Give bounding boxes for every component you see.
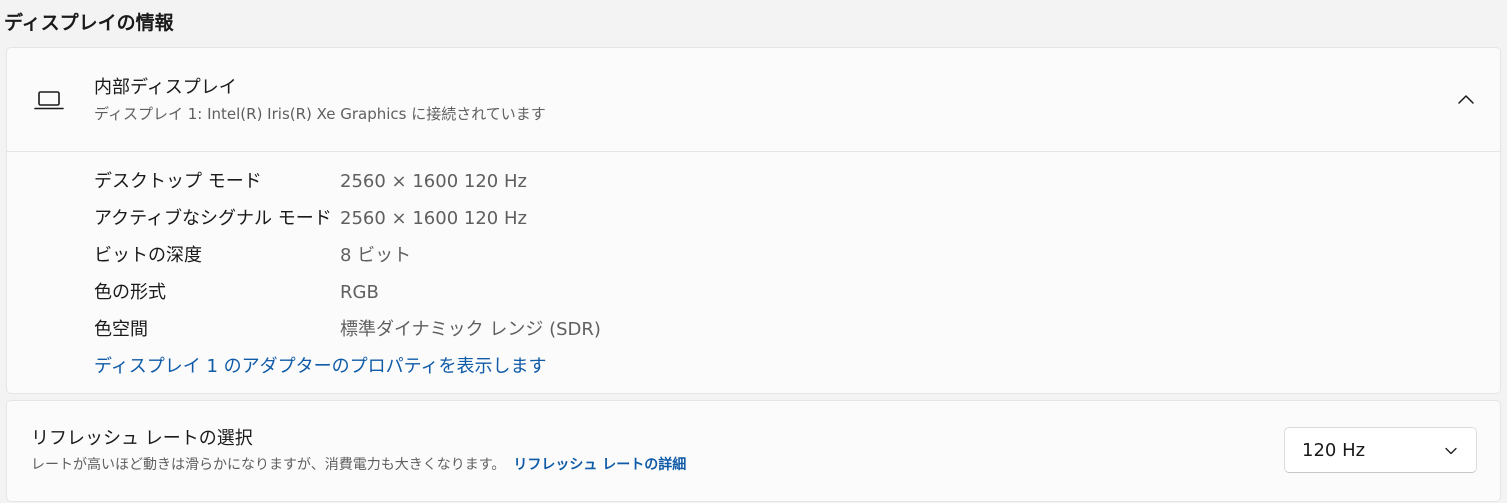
detail-value: 標準ダイナミック レンジ (SDR) [340,319,601,340]
display-subtitle: ディスプレイ 1: Intel(R) Iris(R) Xe Graphics に… [94,105,546,123]
adapter-properties-link[interactable]: ディスプレイ 1 のアダプターのプロパティを表示します [94,354,547,380]
detail-value: RGB [340,282,379,303]
refresh-rate-description-text: レートが高いほど動きは滑らかになりますが、消費電力も大きくなります。 [31,457,506,473]
refresh-rate-dropdown[interactable]: 120 Hz [1284,427,1477,473]
laptop-icon [34,91,64,110]
section-title: ディスプレイの情報 [4,12,174,34]
display-title: 内部ディスプレイ [94,77,237,98]
chevron-down-icon [1445,447,1457,455]
refresh-rate-description: レートが高いほど動きは滑らかになりますが、消費電力も大きくなります。 リフレッシュ… [31,455,686,475]
detail-value: 8 ビット [340,245,412,266]
detail-label: 色の形式 [94,282,166,303]
detail-value: 2560 × 1600 120 Hz [340,171,527,192]
refresh-rate-details-link[interactable]: リフレッシュ レートの詳細 [513,457,686,473]
display-details: デスクトップ モード 2560 × 1600 120 Hz アクティブなシグナル… [7,152,1500,394]
chevron-up-icon[interactable] [1456,90,1476,110]
detail-label: 色空間 [94,319,148,340]
detail-label: デスクトップ モード [94,171,262,192]
refresh-rate-selected-value: 120 Hz [1302,440,1366,461]
display-card: 内部ディスプレイ ディスプレイ 1: Intel(R) Iris(R) Xe G… [6,47,1501,394]
refresh-rate-title: リフレッシュ レートの選択 [31,428,253,449]
detail-label: ビットの深度 [94,245,202,266]
refresh-rate-card: リフレッシュ レートの選択 レートが高いほど動きは滑らかになりますが、消費電力も… [6,400,1501,502]
detail-value: 2560 × 1600 120 Hz [340,208,527,229]
display-card-header[interactable]: 内部ディスプレイ ディスプレイ 1: Intel(R) Iris(R) Xe G… [7,48,1500,152]
detail-label: アクティブなシグナル モード [94,208,332,229]
